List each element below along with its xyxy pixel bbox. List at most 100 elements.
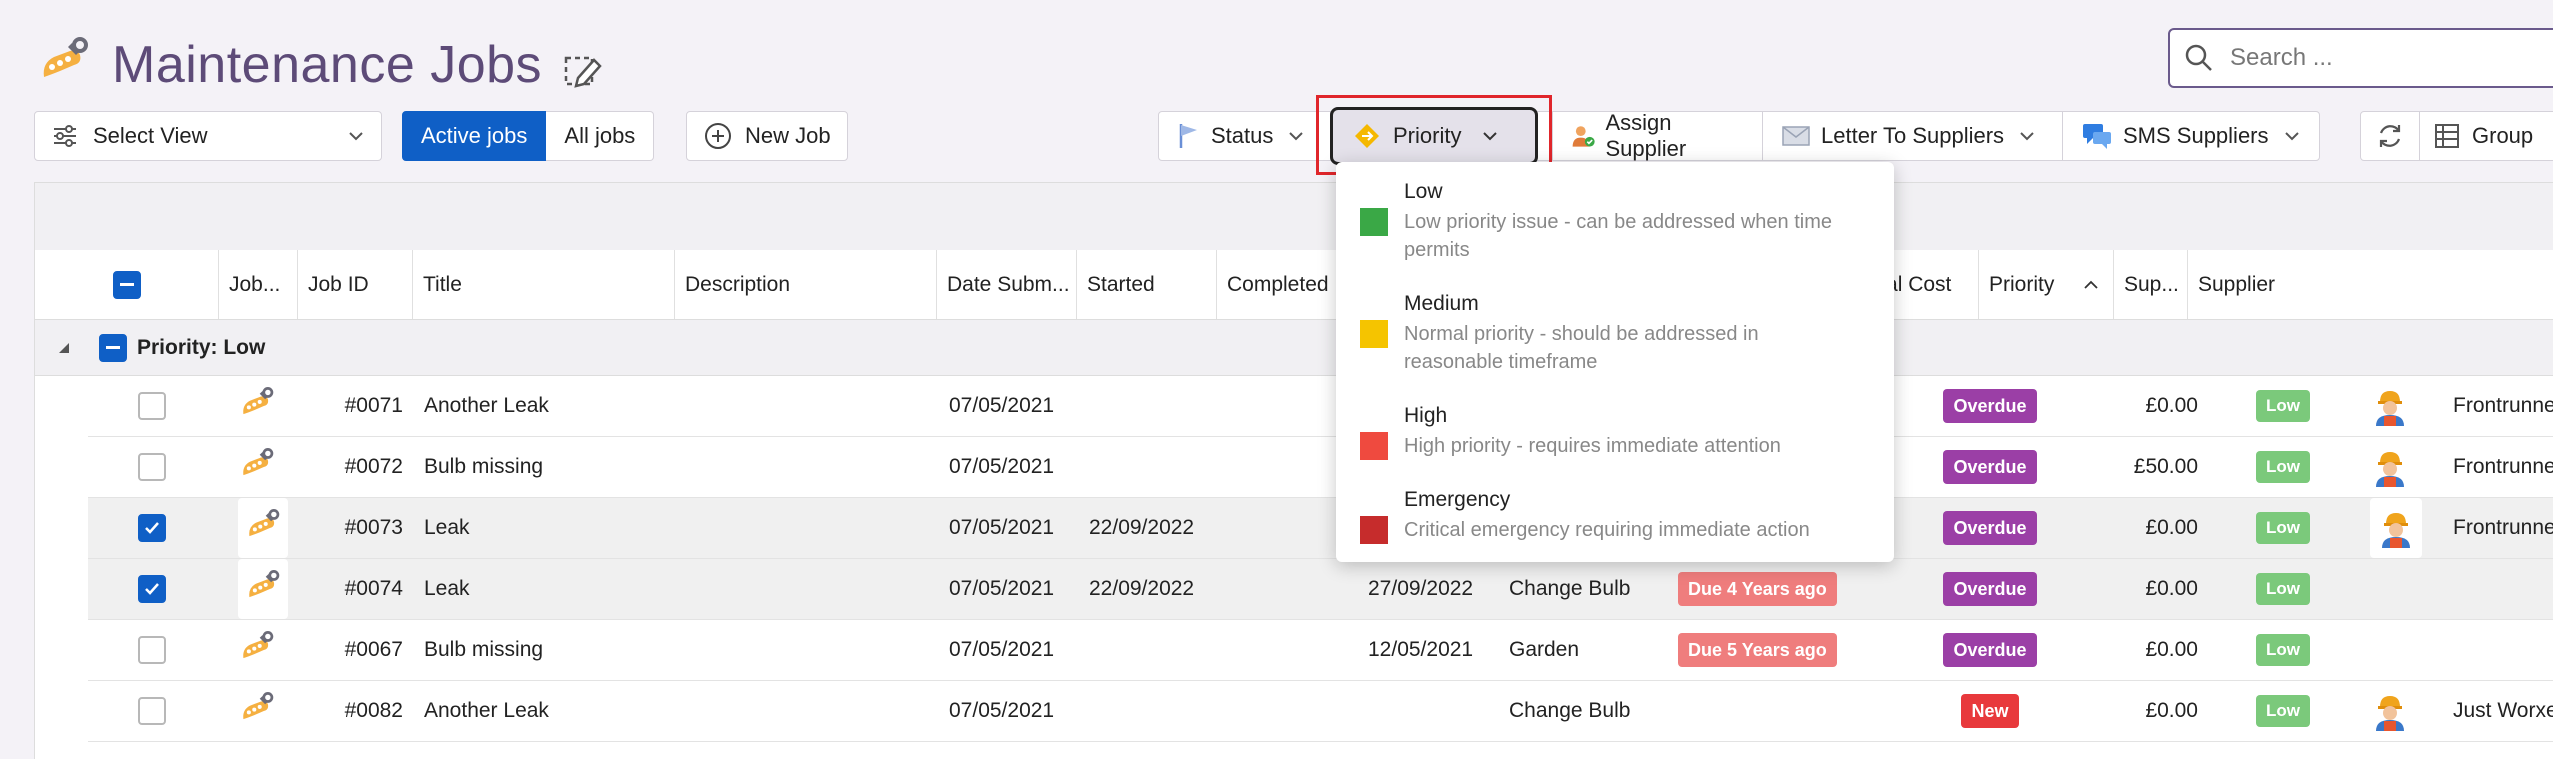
worker-avatar-icon: [2376, 696, 2404, 731]
group-select-checkbox[interactable]: [99, 333, 127, 362]
column-header-job-id[interactable]: Job ID: [298, 250, 413, 319]
refresh-icon: [2379, 125, 2401, 147]
priority-option-description: High priority - requires immediate atten…: [1404, 435, 1781, 457]
priority-option-description: Low priority issue - can be addressed wh…: [1404, 211, 1832, 261]
column-header-started[interactable]: Started: [1077, 250, 1217, 319]
date-submitted: 07/05/2021: [949, 455, 1055, 478]
status-badge: Overdue: [1943, 389, 2037, 423]
new-job-button[interactable]: New Job: [686, 111, 848, 161]
maintenance-wrench-icon: [249, 570, 280, 598]
status-badge: New: [1961, 694, 2019, 728]
table-row[interactable]: #0082 Another Leak 07/05/2021 Change Bulb Ne…: [88, 681, 2553, 742]
priority-color-swatch: [1360, 320, 1388, 348]
letter-to-suppliers-dropdown[interactable]: Letter To Suppliers: [1763, 112, 2063, 160]
maintenance-wrench-icon: [243, 387, 274, 415]
table-row[interactable]: #0071 Another Leak 07/05/2021 Overdue £0.00 L…: [88, 376, 2553, 437]
priority-cell: Low: [2256, 437, 2310, 497]
priority-option-description: Normal priority - should be addressed in…: [1404, 323, 1759, 373]
worker-avatar-icon: [2382, 513, 2410, 548]
group-label: Priority: Low: [137, 335, 266, 359]
column-header-title[interactable]: Title: [413, 250, 675, 319]
active-jobs-button[interactable]: Active jobs: [402, 111, 547, 161]
priority-cell: Low: [2256, 559, 2310, 619]
maintenance-wrench-icon: [243, 631, 274, 659]
priority-option-high[interactable]: High High priority - requires immediate …: [1336, 404, 1894, 488]
check-icon: [145, 583, 159, 595]
status-badge: Overdue: [1943, 511, 2037, 545]
row-checkbox[interactable]: [138, 514, 166, 542]
column-header-completed[interactable]: Completed: [1217, 250, 1338, 319]
row-select-cell: [138, 437, 166, 497]
priority-option-medium[interactable]: Medium Normal priority - should be addre…: [1336, 292, 1894, 404]
table-row[interactable]: #0074 Leak 07/05/2021 22/09/2022 27/09/2022 C…: [88, 559, 2553, 620]
status-label: Status: [1211, 123, 1274, 148]
chevron-down-icon: [1483, 132, 1498, 141]
maintenance-wrench-icon: [243, 448, 274, 476]
search-input[interactable]: [2230, 44, 2530, 72]
column-header-supplier-icon[interactable]: Sup...: [2114, 250, 2188, 319]
status-cell: New: [1920, 681, 2060, 741]
plus-circle-icon: [705, 123, 731, 149]
job-filter-toggle: Active jobs All jobs: [402, 111, 655, 161]
group-button[interactable]: Group: [2420, 112, 2547, 160]
row-checkbox[interactable]: [138, 575, 166, 603]
date-submitted: 07/05/2021: [949, 577, 1055, 600]
priority-badge: Low: [2256, 573, 2310, 605]
priority-label: Priority: [1393, 123, 1462, 148]
job-id: #0072: [344, 455, 403, 478]
supplier-avatar-cell: [2370, 437, 2410, 497]
priority-color-swatch: [1360, 432, 1388, 460]
date-completed: 12/05/2021: [1368, 638, 1474, 661]
edit-icon[interactable]: [560, 48, 604, 92]
row-checkbox[interactable]: [138, 392, 166, 420]
priority-option-description: Critical emergency requiring immediate a…: [1404, 519, 1810, 541]
worker-avatar-icon: [2376, 452, 2404, 487]
column-header-priority[interactable]: Priority: [1979, 250, 2114, 319]
column-header-job-icon[interactable]: Job...: [219, 250, 298, 319]
sms-suppliers-label: SMS Suppliers: [2123, 123, 2269, 148]
job-id: #0073: [344, 516, 403, 539]
row-select-cell: [138, 498, 166, 558]
status-cell: Overdue: [1920, 437, 2060, 497]
job-title: Bulb missing: [424, 455, 544, 478]
status-cell: Overdue: [1920, 620, 2060, 680]
select-view-dropdown[interactable]: Select View: [34, 111, 382, 161]
priority-option-low[interactable]: Low Low priority issue - can be addresse…: [1336, 180, 1894, 292]
job-title: Leak: [424, 516, 470, 539]
job-type-cell: [238, 559, 288, 619]
priority-badge: Low: [2256, 512, 2310, 544]
priority-dropdown[interactable]: Priority: [1330, 107, 1538, 165]
maintenance-wrench-icon: [43, 37, 88, 77]
sms-suppliers-dropdown[interactable]: SMS Suppliers: [2063, 112, 2319, 160]
priority-option-name: High: [1404, 404, 1448, 427]
status-dropdown[interactable]: Status: [1159, 112, 1331, 160]
group-row-priority-low[interactable]: Priority: Low: [35, 320, 2553, 376]
job-category: Garden: [1509, 638, 1580, 661]
priority-option-emergency[interactable]: Emergency Critical emergency requiring i…: [1336, 488, 1894, 572]
select-all-checkbox[interactable]: [112, 270, 141, 299]
table-row[interactable]: #0072 Bulb missing 07/05/2021 Overdue £50.00…: [88, 437, 2553, 498]
search-box[interactable]: [2168, 28, 2553, 88]
collapse-triangle-icon[interactable]: [57, 341, 71, 355]
refresh-button[interactable]: [2361, 112, 2420, 160]
chevron-down-icon: [2020, 132, 2034, 141]
due-badge: Due 4 Years ago: [1678, 572, 1837, 606]
supplier-avatar-cell: [2370, 376, 2410, 436]
column-header-supplier[interactable]: Supplier: [2188, 250, 2328, 319]
priority-option-name: Medium: [1404, 292, 1479, 315]
all-jobs-button[interactable]: All jobs: [546, 111, 655, 161]
column-header-description[interactable]: Description: [675, 250, 937, 319]
table-row[interactable]: #0067 Bulb missing 07/05/2021 12/05/2021 Gar…: [88, 620, 2553, 681]
table-row[interactable]: #0073 Leak 07/05/2021 22/09/2022 Overdue £0.0…: [88, 498, 2553, 559]
search-icon: [2185, 44, 2212, 71]
job-type-cell: [238, 376, 276, 436]
due-cell: Due 5 Years ago: [1678, 620, 1837, 680]
column-header-date-submitted[interactable]: Date Subm...: [937, 250, 1077, 319]
row-checkbox[interactable]: [138, 453, 166, 481]
row-checkbox[interactable]: [138, 636, 166, 664]
status-cell: Overdue: [1920, 376, 2060, 436]
chevron-down-icon: [349, 132, 363, 141]
due-badge: Due 5 Years ago: [1678, 633, 1837, 667]
row-checkbox[interactable]: [138, 697, 166, 725]
assign-supplier-button[interactable]: Assign Supplier: [1553, 110, 1763, 161]
